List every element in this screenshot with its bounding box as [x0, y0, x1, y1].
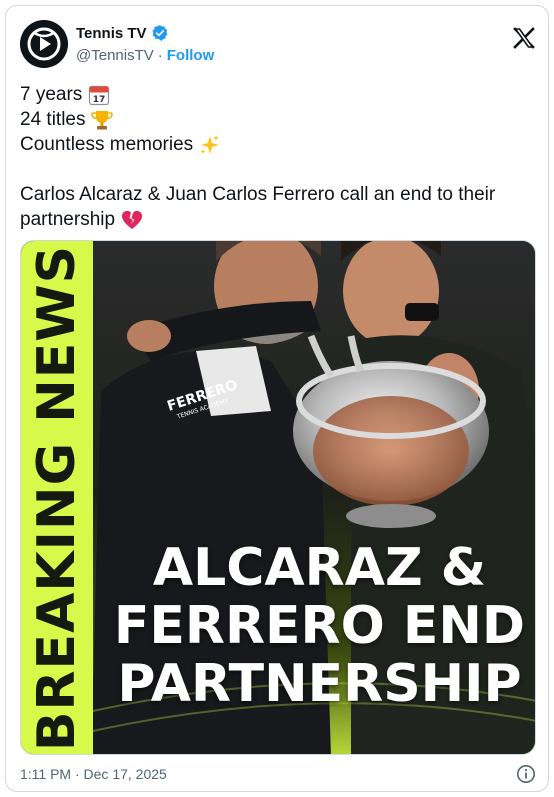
- avatar[interactable]: [20, 20, 68, 68]
- timestamp[interactable]: 1:11 PM · Dec 17, 2025: [20, 766, 167, 782]
- tweet-paragraph-text: partnership: [20, 209, 116, 230]
- x-logo-icon[interactable]: [512, 26, 536, 50]
- headline-line: ALCARAZ &: [152, 538, 487, 598]
- calendar-emoji: 17: [89, 85, 110, 105]
- tweet-text: 7 years 17 24 titles Countless memories: [20, 82, 536, 232]
- handle-row: @TennisTV · Follow: [76, 47, 214, 64]
- tweet-line: 7 years 17: [20, 82, 536, 107]
- follow-button[interactable]: Follow: [167, 47, 215, 64]
- media-image[interactable]: FERRERO TENNIS ACADEMY BREAKING NEWS ALC…: [20, 240, 536, 755]
- svg-text:17: 17: [93, 95, 106, 105]
- trophy-emoji: [91, 110, 114, 129]
- tennis-tv-logo-icon: [20, 20, 68, 68]
- tweet-line-text: 7 years: [20, 84, 83, 105]
- breaking-news-band: BREAKING NEWS: [21, 241, 93, 754]
- display-name[interactable]: Tennis TV: [76, 25, 147, 42]
- tweet-line-text: 24 titles: [20, 109, 86, 130]
- media-headline: ALCARAZ & FERRERO END PARTNERSHIP: [107, 539, 532, 713]
- name-row: Tennis TV: [76, 24, 169, 42]
- handle[interactable]: @TennisTV: [76, 47, 154, 64]
- tweet-paragraph-text: Carlos Alcaraz & Juan Carlos Ferrero cal…: [20, 184, 496, 205]
- headline-line: FERRERO END: [113, 596, 526, 656]
- tweet-card: Tennis TV @TennisTV · Follow 7 years 17: [5, 5, 549, 792]
- breaking-news-text: BREAKING NEWS: [27, 244, 87, 752]
- tweet-line: partnership: [20, 207, 536, 232]
- tweet-line-text: Countless memories: [20, 134, 194, 155]
- headline-line: PARTNERSHIP: [117, 654, 522, 714]
- broken-heart-emoji: [122, 210, 143, 229]
- tweet-line: 24 titles: [20, 107, 536, 132]
- tweet-header: Tennis TV @TennisTV · Follow: [20, 20, 536, 72]
- tweet-footer: 1:11 PM · Dec 17, 2025: [20, 763, 536, 787]
- tweet-line: Carlos Alcaraz & Juan Carlos Ferrero cal…: [20, 182, 536, 207]
- sparkles-emoji: [200, 134, 220, 154]
- verified-badge-icon: [152, 25, 167, 41]
- tweet-line: Countless memories: [20, 132, 536, 157]
- separator: ·: [157, 47, 163, 64]
- info-icon[interactable]: [516, 764, 536, 784]
